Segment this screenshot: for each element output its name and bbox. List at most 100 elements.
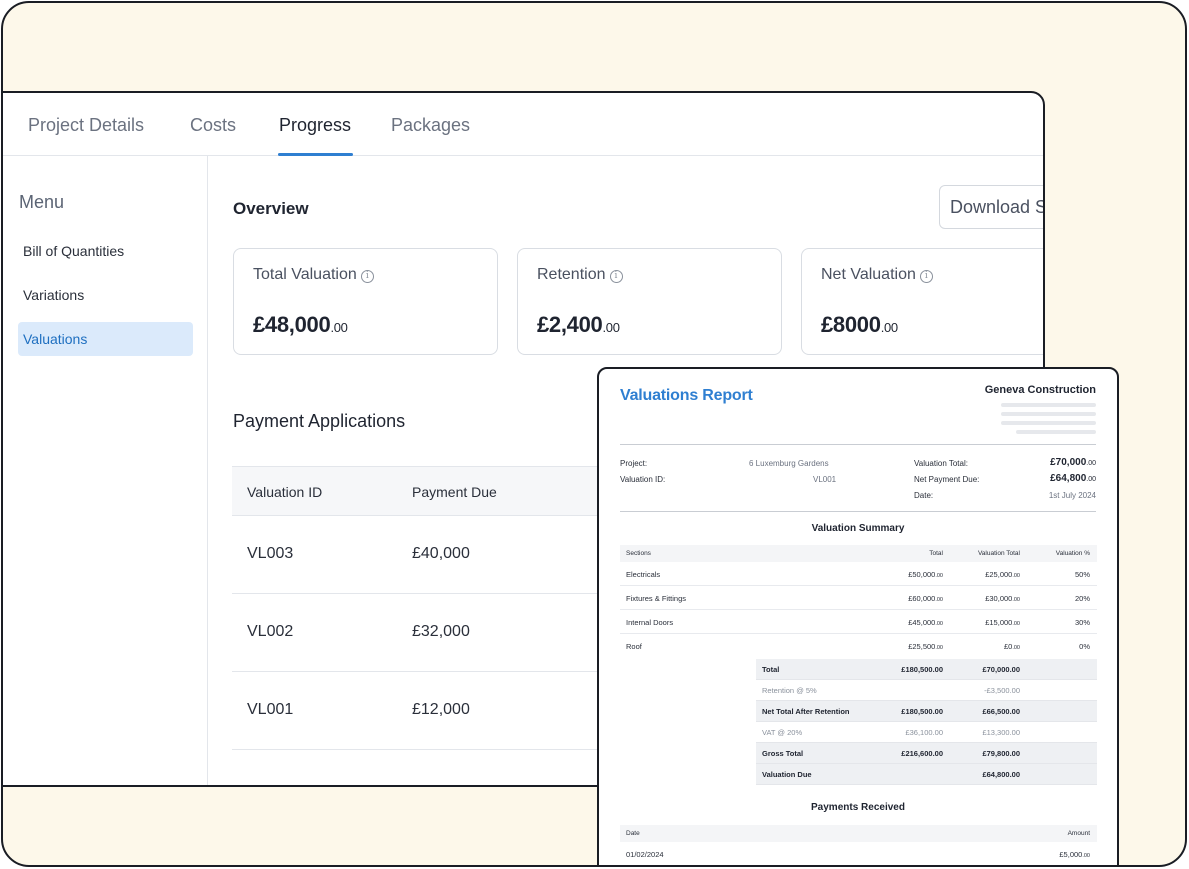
card-value: £2,400.00 bbox=[537, 312, 620, 337]
section-valuation-percent: 20% bbox=[1074, 594, 1090, 603]
totals-row-net-after-retention: Net Total After Retention £180,500.00 £6… bbox=[756, 701, 1097, 722]
active-tab-indicator bbox=[278, 153, 353, 156]
section-valuation-percent: 50% bbox=[1074, 570, 1090, 579]
totals-label: Net Total After Retention bbox=[762, 707, 850, 716]
totals-valuation: -£3,500.00 bbox=[984, 686, 1020, 695]
sidebar-title: Menu bbox=[19, 192, 65, 212]
address-placeholder-line bbox=[1016, 430, 1096, 434]
download-button[interactable]: Download S bbox=[939, 185, 1043, 229]
card-label: Total Valuation i bbox=[253, 266, 374, 284]
report-title: Valuations Report bbox=[620, 387, 753, 404]
column-header-payment-due[interactable]: Payment Due bbox=[412, 484, 497, 500]
net-valuation-card: Net Valuation i £8000.00 bbox=[801, 248, 1043, 355]
column-header-sections: Sections bbox=[626, 550, 651, 557]
project-label: Project: bbox=[620, 459, 648, 468]
net-payment-label: Net Payment Due: bbox=[914, 475, 980, 484]
payment-due: £40,000 bbox=[412, 545, 470, 562]
section-valuation-percent: 0% bbox=[1079, 642, 1090, 651]
section-valuation-total: £25,000.00 bbox=[985, 570, 1020, 579]
sidebar-item-bill-of-quantities[interactable]: Bill of Quantities bbox=[18, 234, 193, 268]
valuation-totals-table: Total £180,500.00 £70,000.00 Retention @… bbox=[756, 659, 1097, 785]
project-value: 6 Luxemburg Gardens bbox=[749, 459, 829, 468]
card-label: Retention i bbox=[537, 266, 623, 284]
report-company: Geneva Construction bbox=[984, 384, 1096, 396]
table-header: Sections Total Valuation Total Valuation… bbox=[620, 545, 1097, 562]
net-payment-value: £64,800.00 bbox=[1050, 473, 1096, 484]
section-name: Internal Doors bbox=[626, 618, 674, 627]
column-header-total: Total bbox=[929, 550, 943, 557]
address-placeholder-line bbox=[1001, 421, 1096, 425]
totals-label: Total bbox=[762, 665, 780, 674]
column-header-amount: Amount bbox=[1067, 830, 1090, 837]
payments-received-title: Payments Received bbox=[811, 802, 905, 813]
table-row: Roof £25,500.00 £0.00 0% bbox=[620, 634, 1097, 658]
totals-row-vat: VAT @ 20% £36,100.00 £13,300.00 bbox=[756, 722, 1097, 743]
payment-applications-title: Payment Applications bbox=[233, 411, 406, 431]
address-placeholder-line bbox=[1001, 412, 1096, 416]
tab-packages[interactable]: Packages bbox=[391, 115, 470, 136]
section-name: Roof bbox=[626, 642, 642, 651]
overview-title: Overview bbox=[233, 199, 309, 218]
totals-valuation: £64,800.00 bbox=[982, 770, 1020, 779]
column-header-valuation-percent: Valuation % bbox=[1055, 550, 1090, 557]
valuation-id: VL001 bbox=[247, 701, 294, 718]
totals-total: £216,600.00 bbox=[901, 749, 943, 758]
column-header-valuation-id[interactable]: Valuation ID bbox=[247, 484, 322, 500]
totals-label: VAT @ 20% bbox=[762, 728, 803, 737]
payment-due: £12,000 bbox=[412, 701, 470, 718]
section-name: Fixtures & Fittings bbox=[626, 594, 687, 603]
valuation-id: VL003 bbox=[247, 545, 294, 562]
date-label: Date: bbox=[914, 491, 934, 500]
valuation-summary-table: Sections Total Valuation Total Valuation… bbox=[620, 545, 1097, 658]
payments-received-table: Date Amount 01/02/2024 £5,000.00 bbox=[620, 825, 1097, 865]
sidebar-item-variations[interactable]: Variations bbox=[18, 278, 193, 312]
totals-total: £36,100.00 bbox=[905, 728, 943, 737]
totals-valuation: £70,000.00 bbox=[982, 665, 1020, 674]
background-canvas: Project Details Costs Progress Packages … bbox=[1, 1, 1187, 867]
table-header: Date Amount bbox=[620, 825, 1097, 842]
tab-progress[interactable]: Progress bbox=[279, 115, 351, 136]
totals-valuation: £79,800.00 bbox=[982, 749, 1020, 758]
totals-label: Gross Total bbox=[762, 749, 804, 758]
tab-project-details[interactable]: Project Details bbox=[28, 115, 144, 136]
info-icon[interactable]: i bbox=[919, 270, 933, 283]
divider bbox=[620, 444, 1096, 445]
info-icon[interactable]: i bbox=[609, 270, 623, 283]
tab-bar: Project Details Costs Progress Packages bbox=[3, 93, 1043, 156]
section-total: £60,000.00 bbox=[908, 594, 943, 603]
valuation-id-label: Valuation ID: bbox=[620, 475, 666, 484]
totals-label: Valuation Due bbox=[762, 770, 812, 779]
tab-costs[interactable]: Costs bbox=[190, 115, 236, 136]
table-row: Fixtures & Fittings £60,000.00 £30,000.0… bbox=[620, 586, 1097, 610]
payment-amount: £5,000.00 bbox=[1059, 850, 1090, 859]
section-valuation-total: £0.00 bbox=[1004, 642, 1020, 651]
sidebar-item-valuations[interactable]: Valuations bbox=[18, 322, 193, 356]
totals-total: £180,500.00 bbox=[901, 665, 943, 674]
valuation-id: VL002 bbox=[247, 623, 294, 640]
section-valuation-total: £30,000.00 bbox=[985, 594, 1020, 603]
totals-row-total: Total £180,500.00 £70,000.00 bbox=[756, 659, 1097, 680]
totals-row-retention: Retention @ 5% -£3,500.00 bbox=[756, 680, 1097, 701]
totals-valuation: £66,500.00 bbox=[982, 707, 1020, 716]
card-label: Net Valuation i bbox=[821, 266, 933, 284]
info-icon[interactable]: i bbox=[360, 270, 374, 283]
card-value: £48,000.00 bbox=[253, 312, 348, 337]
section-valuation-total: £15,000.00 bbox=[985, 618, 1020, 627]
valuation-id-value: VL001 bbox=[813, 475, 837, 484]
valuation-summary-title: Valuation Summary bbox=[811, 523, 905, 534]
payment-date: 01/02/2024 bbox=[626, 850, 664, 859]
payment-due: £32,000 bbox=[412, 623, 470, 640]
column-header-valuation-total: Valuation Total bbox=[977, 550, 1020, 557]
table-row: Electricals £50,000.00 £25,000.00 50% bbox=[620, 562, 1097, 586]
section-total: £50,000.00 bbox=[908, 570, 943, 579]
total-valuation-card: Total Valuation i £48,000.00 bbox=[233, 248, 498, 355]
totals-label: Retention @ 5% bbox=[762, 686, 817, 695]
section-name: Electricals bbox=[626, 570, 661, 579]
table-row: Internal Doors £45,000.00 £15,000.00 30% bbox=[620, 610, 1097, 634]
totals-valuation: £13,300.00 bbox=[982, 728, 1020, 737]
card-value: £8000.00 bbox=[821, 312, 898, 337]
totals-row-gross: Gross Total £216,600.00 £79,800.00 bbox=[756, 743, 1097, 764]
section-total: £25,500.00 bbox=[908, 642, 943, 651]
totals-row-valuation-due: Valuation Due £64,800.00 bbox=[756, 764, 1097, 785]
valuations-report: Valuations Report Geneva Construction Pr… bbox=[597, 367, 1119, 865]
